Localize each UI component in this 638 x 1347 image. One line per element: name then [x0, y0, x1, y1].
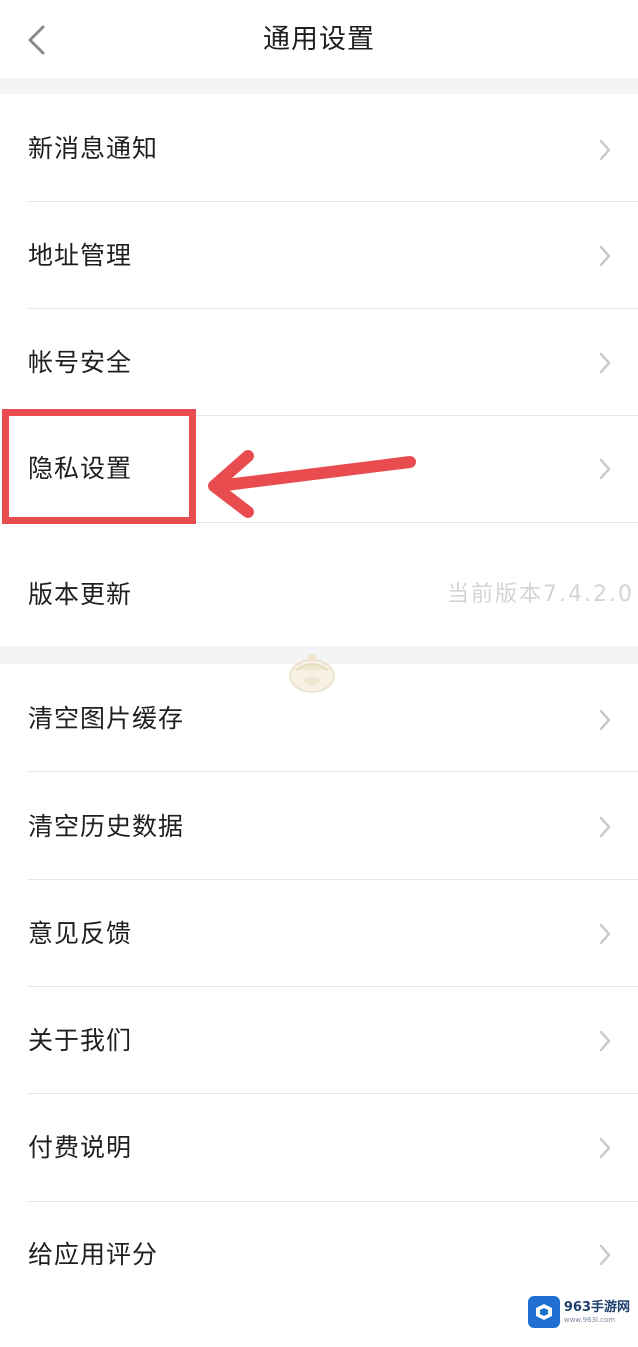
settings-group-misc: 清空图片缓存 清空历史数据 意见反馈 关于我们 付费说明 给应用评分 [0, 664, 638, 1347]
chevron-right-icon [599, 1137, 611, 1159]
site-watermark: 963手游网 www.963l.com [527, 1295, 630, 1329]
site-name: 963手游网 [563, 1299, 630, 1315]
settings-group-general: 新消息通知 地址管理 帐号安全 隐私设置 版本更新 当前版本7.4.2.0 [0, 94, 638, 646]
chevron-right-icon [599, 816, 611, 838]
page-title: 通用设置 [263, 24, 375, 55]
list-item-label: 版本更新 [28, 580, 133, 609]
chevron-right-icon [599, 139, 611, 161]
list-item-label: 关于我们 [28, 1026, 133, 1055]
current-version-text: 当前版本7.4.2.0 [447, 582, 634, 607]
list-item-label: 清空历史数据 [28, 812, 185, 841]
list-item-label: 清空图片缓存 [28, 704, 185, 733]
site-watermark-text: 963手游网 www.963l.com [564, 1301, 630, 1324]
list-item-feedback[interactable]: 意见反馈 [0, 880, 638, 987]
site-logo-icon [527, 1296, 560, 1328]
list-item-label: 意见反馈 [28, 919, 133, 948]
chevron-right-icon [599, 709, 611, 731]
list-item-account-security[interactable]: 帐号安全 [0, 309, 638, 415]
list-item-new-message-notification[interactable]: 新消息通知 [0, 94, 638, 201]
navigation-bar: 通用设置 [0, 0, 638, 78]
list-item-label: 帐号安全 [28, 348, 133, 377]
list-item-payment-info[interactable]: 付费说明 [0, 1094, 638, 1201]
chevron-right-icon [599, 1030, 611, 1052]
chevron-right-icon [599, 245, 611, 267]
chevron-right-icon [599, 352, 611, 374]
chevron-right-icon [599, 458, 611, 480]
chevron-right-icon [599, 1244, 611, 1266]
list-item-rate-app[interactable]: 给应用评分 [0, 1202, 638, 1309]
list-item-label: 地址管理 [28, 241, 133, 270]
list-item-address-management[interactable]: 地址管理 [0, 202, 638, 308]
chevron-right-icon [599, 923, 611, 945]
list-item-label: 付费说明 [28, 1133, 133, 1162]
list-item-clear-history-data[interactable]: 清空历史数据 [0, 772, 638, 879]
list-item-about-us[interactable]: 关于我们 [0, 987, 638, 1094]
list-item-label: 给应用评分 [28, 1240, 159, 1269]
annotation-arrow-icon [208, 450, 416, 518]
mascot-watermark-icon [289, 654, 335, 693]
list-item-version-update[interactable]: 版本更新 当前版本7.4.2.0 [0, 534, 638, 646]
list-item-label: 新消息通知 [28, 134, 159, 163]
annotation-highlight-box [2, 409, 196, 524]
site-url: www.963l.com [563, 1315, 616, 1324]
